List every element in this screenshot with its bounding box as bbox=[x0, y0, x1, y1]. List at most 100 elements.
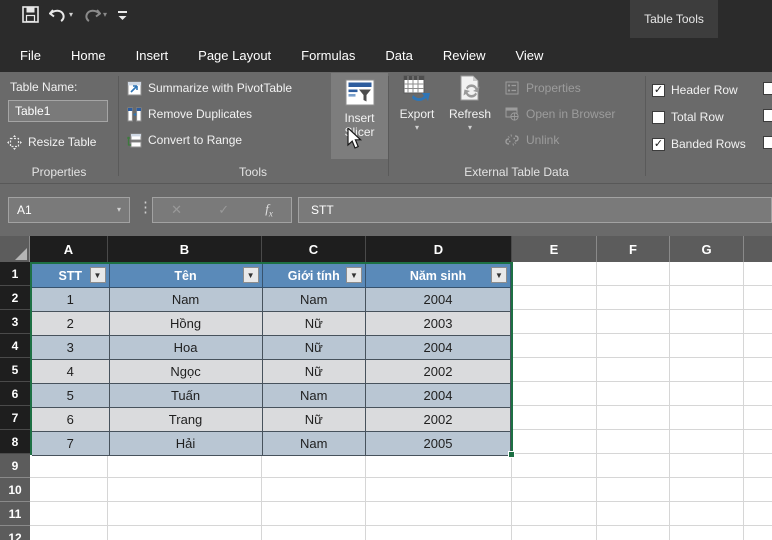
undo-dropdown-icon[interactable]: ▾ bbox=[69, 10, 73, 19]
resize-table-button[interactable]: Resize Table bbox=[6, 132, 96, 152]
table-cell[interactable]: 4 bbox=[32, 360, 110, 384]
select-all-corner[interactable] bbox=[0, 236, 30, 262]
table-cell[interactable]: Hải bbox=[109, 432, 263, 456]
tab-home[interactable]: Home bbox=[56, 38, 121, 72]
table-cell[interactable]: 2005 bbox=[365, 432, 512, 456]
table-cell[interactable]: Nam bbox=[262, 384, 366, 408]
export-dropdown-icon[interactable]: ▾ bbox=[415, 124, 419, 132]
table-cell[interactable]: 2 bbox=[32, 312, 110, 336]
name-box[interactable]: A1 ▾ bbox=[8, 197, 130, 223]
column-header-b[interactable]: B bbox=[108, 236, 262, 262]
column-header-d[interactable]: D bbox=[366, 236, 512, 262]
row-header-7[interactable]: 7 bbox=[0, 406, 30, 430]
row-header-3[interactable]: 3 bbox=[0, 310, 30, 334]
undo-button[interactable]: ▾ bbox=[49, 7, 73, 22]
refresh-icon bbox=[460, 75, 480, 101]
table-cell[interactable]: 2004 bbox=[365, 336, 512, 360]
tab-page-layout[interactable]: Page Layout bbox=[183, 38, 286, 72]
insert-slicer-label-line1: Insert bbox=[344, 111, 375, 125]
row-header-6[interactable]: 6 bbox=[0, 382, 30, 406]
table-cell[interactable]: 2004 bbox=[365, 384, 512, 408]
remove-duplicates-button[interactable]: Remove Duplicates bbox=[126, 104, 252, 124]
table-header-3[interactable]: Giới tính ▼ bbox=[262, 264, 366, 288]
tab-data[interactable]: Data bbox=[370, 38, 427, 72]
row-header-5[interactable]: 5 bbox=[0, 358, 30, 382]
filter-dropdown-icon[interactable]: ▼ bbox=[345, 267, 362, 283]
table-header-1[interactable]: STT ▼ bbox=[32, 264, 110, 288]
table-cell[interactable]: Tuấn bbox=[109, 384, 263, 408]
table-cell[interactable]: Nữ bbox=[262, 408, 366, 432]
row-header-2[interactable]: 2 bbox=[0, 286, 30, 310]
open-in-browser-button: Open in Browser bbox=[504, 104, 615, 124]
last-column-checkbox[interactable] bbox=[763, 109, 772, 122]
tab-review[interactable]: Review bbox=[428, 38, 501, 72]
table-cell[interactable]: 7 bbox=[32, 432, 110, 456]
filter-dropdown-icon[interactable]: ▼ bbox=[89, 267, 106, 283]
button-label: Properties bbox=[526, 81, 581, 95]
filter-dropdown-icon[interactable]: ▼ bbox=[242, 267, 259, 283]
row-header-9[interactable]: 9 bbox=[0, 454, 30, 478]
table-header-4[interactable]: Năm sinh ▼ bbox=[365, 264, 512, 288]
banded-rows-option[interactable]: ✓ Banded Rows bbox=[652, 135, 746, 153]
column-header-c[interactable]: C bbox=[262, 236, 366, 262]
total-row-option[interactable]: Total Row bbox=[652, 108, 724, 126]
convert-to-range-button[interactable]: Convert to Range bbox=[126, 130, 242, 150]
unlink-icon bbox=[504, 132, 520, 148]
name-box-dropdown-icon[interactable]: ▾ bbox=[117, 206, 121, 214]
table-cell[interactable]: Ngọc bbox=[109, 360, 263, 384]
save-button[interactable] bbox=[22, 6, 39, 23]
table-header-2[interactable]: Tên ▼ bbox=[109, 264, 263, 288]
table-cell[interactable]: 5 bbox=[32, 384, 110, 408]
formula-bar-resize-handle[interactable]: ⋮ bbox=[138, 198, 153, 216]
banded-columns-checkbox[interactable] bbox=[763, 136, 772, 149]
table-cell[interactable]: Trang bbox=[109, 408, 263, 432]
customize-quick-access-button[interactable] bbox=[117, 8, 129, 22]
table-cell[interactable]: Hoa bbox=[109, 336, 263, 360]
table-cell[interactable]: 2002 bbox=[365, 408, 512, 432]
tab-formulas[interactable]: Formulas bbox=[286, 38, 370, 72]
table-name-input[interactable] bbox=[8, 100, 108, 122]
filter-dropdown-icon[interactable]: ▼ bbox=[491, 267, 508, 283]
tab-file[interactable]: File bbox=[5, 38, 56, 72]
first-column-checkbox[interactable] bbox=[763, 82, 772, 95]
table-cell[interactable]: Nam bbox=[262, 432, 366, 456]
table-cell[interactable]: 3 bbox=[32, 336, 110, 360]
header-row-option[interactable]: ✓ Header Row bbox=[652, 81, 738, 99]
header-row-checkbox[interactable]: ✓ bbox=[652, 83, 665, 97]
fill-handle[interactable] bbox=[508, 451, 515, 458]
row-header-11[interactable]: 11 bbox=[0, 502, 30, 526]
formula-input[interactable]: STT bbox=[298, 197, 772, 223]
row-header-4[interactable]: 4 bbox=[0, 334, 30, 358]
summarize-with-pivottable-button[interactable]: Summarize with PivotTable bbox=[126, 78, 292, 98]
row-header-12[interactable]: 12 bbox=[0, 526, 30, 540]
insert-function-icon[interactable]: fx bbox=[265, 201, 273, 219]
table-name-label: Table Name: bbox=[10, 80, 78, 94]
tab-insert[interactable]: Insert bbox=[121, 38, 184, 72]
table-cell[interactable]: Hồng bbox=[109, 312, 263, 336]
banded-rows-checkbox[interactable]: ✓ bbox=[652, 137, 665, 151]
export-button[interactable]: Export ▾ bbox=[394, 75, 440, 132]
table-cell[interactable]: Nam bbox=[262, 288, 366, 312]
tab-view[interactable]: View bbox=[500, 38, 558, 72]
button-label: Remove Duplicates bbox=[148, 107, 253, 121]
row-header-1[interactable]: 1 bbox=[0, 262, 30, 286]
table-cell[interactable]: Nữ bbox=[262, 336, 366, 360]
table-cell[interactable]: 2002 bbox=[365, 360, 512, 384]
column-header-a[interactable]: A bbox=[30, 236, 108, 262]
table-cell[interactable]: 6 bbox=[32, 408, 110, 432]
table-cell[interactable]: Nữ bbox=[262, 312, 366, 336]
table-row: 5 Tuấn Nam 2004 bbox=[32, 384, 512, 408]
column-header-partial[interactable] bbox=[744, 236, 772, 262]
table-cell[interactable]: 1 bbox=[32, 288, 110, 312]
table-cell[interactable]: Nữ bbox=[262, 360, 366, 384]
column-header-g[interactable]: G bbox=[670, 236, 744, 262]
row-header-8[interactable]: 8 bbox=[0, 430, 30, 454]
column-header-f[interactable]: F bbox=[597, 236, 670, 262]
column-header-e[interactable]: E bbox=[512, 236, 597, 262]
table-cell[interactable]: 2003 bbox=[365, 312, 512, 336]
refresh-button: Refresh ▾ bbox=[444, 75, 496, 132]
table-cell[interactable]: 2004 bbox=[365, 288, 512, 312]
total-row-checkbox[interactable] bbox=[652, 110, 665, 124]
row-header-10[interactable]: 10 bbox=[0, 478, 30, 502]
table-cell[interactable]: Nam bbox=[109, 288, 263, 312]
